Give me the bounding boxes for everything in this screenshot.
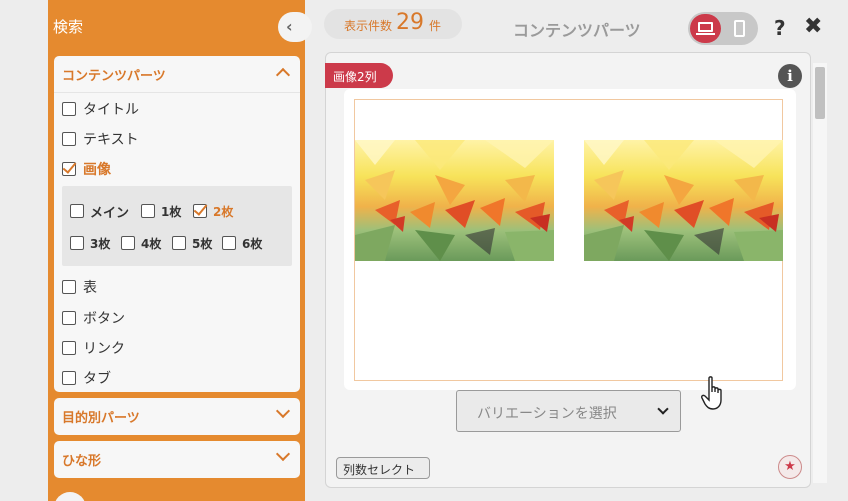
filter-table[interactable]: 表: [62, 277, 97, 297]
flower-field-image: [584, 140, 783, 261]
part-tag-label: 画像2列: [333, 70, 377, 84]
checkbox-label: タブ: [83, 371, 111, 387]
sidebar-collapse-button[interactable]: ‹: [278, 12, 312, 42]
result-count: 表示件数 29 件: [324, 9, 462, 39]
checkbox-label: テキスト: [83, 132, 139, 148]
filter-image-2[interactable]: 2枚: [193, 202, 233, 220]
checkbox[interactable]: [70, 236, 84, 250]
device-toggle: [688, 12, 758, 45]
panel-title: ひな形: [62, 454, 102, 469]
count-unit: 件: [429, 19, 442, 33]
divider: [54, 92, 300, 93]
variation-select[interactable]: バリエーションを選択: [456, 390, 681, 432]
filter-image-1[interactable]: 1枚: [141, 202, 181, 220]
checkbox[interactable]: [62, 341, 76, 355]
sidebar: 検索 ‹ コンテンツパーツ タイトル テキスト 画像 メイン 1枚 2枚 3枚 …: [48, 0, 312, 501]
checkbox[interactable]: [222, 236, 236, 250]
checkbox[interactable]: [62, 311, 76, 325]
chevron-down-icon: [275, 403, 291, 419]
checkbox-label: 表: [83, 280, 97, 296]
checkbox-label: タイトル: [83, 102, 139, 118]
info-icon[interactable]: i: [778, 64, 802, 88]
panel-title: コンテンツパーツ: [62, 69, 166, 84]
panel-content-parts-header[interactable]: コンテンツパーツ: [54, 56, 300, 92]
filter-image-6[interactable]: 6枚: [222, 234, 262, 252]
chevron-down-icon: [657, 403, 669, 415]
variation-select-text: バリエーションを選択: [477, 406, 617, 422]
filter-image-5[interactable]: 5枚: [172, 234, 212, 252]
checkbox-label: 6枚: [242, 236, 263, 251]
panel-templates[interactable]: ひな形: [54, 441, 300, 478]
checkbox-label: 3枚: [90, 236, 111, 251]
laptop-icon-base: [696, 33, 715, 35]
checkbox-label: 4枚: [141, 236, 162, 251]
checkbox-label: リンク: [83, 341, 125, 357]
preview-image-2: [584, 140, 783, 261]
part-tag: 画像2列: [325, 63, 393, 88]
panel-purpose-parts-header[interactable]: 目的別パーツ: [54, 398, 300, 434]
checkbox-label: 1枚: [161, 204, 182, 219]
flower-field-image: [355, 140, 554, 261]
checkbox[interactable]: [121, 236, 135, 250]
filter-button[interactable]: ボタン: [62, 308, 125, 328]
chevron-left-icon: ‹: [286, 17, 293, 36]
checkbox-label: 5枚: [192, 236, 213, 251]
checkbox[interactable]: [172, 236, 186, 250]
panel-templates-header[interactable]: ひな形: [54, 441, 300, 477]
checkbox[interactable]: [62, 280, 76, 294]
sidebar-title: 検索: [53, 18, 84, 36]
panel-content-parts: コンテンツパーツ タイトル テキスト 画像 メイン 1枚 2枚 3枚 4枚 5枚…: [54, 56, 300, 392]
checkbox-label: ボタン: [83, 311, 125, 327]
filter-image-3[interactable]: 3枚: [70, 234, 110, 252]
hand-cursor-icon: [701, 376, 722, 410]
panel-purpose-parts[interactable]: 目的別パーツ: [54, 398, 300, 435]
checkbox-checked[interactable]: [62, 162, 76, 176]
filter-link[interactable]: リンク: [62, 338, 125, 358]
checkbox-label: 2枚: [213, 204, 234, 219]
checkbox[interactable]: [62, 102, 76, 116]
checkbox[interactable]: [62, 132, 76, 146]
desktop-view-button[interactable]: [690, 14, 721, 43]
checkbox-label: 画像: [83, 162, 111, 178]
checkbox[interactable]: [141, 204, 155, 218]
count-label: 表示件数: [344, 19, 393, 33]
help-button[interactable]: ?: [774, 16, 786, 40]
panel-title: 目的別パーツ: [62, 411, 140, 426]
scrollbar-thumb[interactable]: [815, 67, 825, 119]
filter-tab[interactable]: タブ: [62, 368, 111, 388]
column-select-button[interactable]: 列数セレクト: [336, 457, 430, 479]
filter-text[interactable]: テキスト: [62, 129, 139, 149]
checkbox[interactable]: [70, 204, 84, 218]
laptop-icon: [698, 22, 713, 32]
scrollbar[interactable]: [813, 63, 827, 483]
smartphone-icon[interactable]: [734, 20, 745, 37]
page-title: コンテンツパーツ: [513, 21, 641, 40]
close-button[interactable]: ✖: [804, 14, 822, 39]
star-icon[interactable]: ★: [778, 455, 802, 479]
checkbox-checked[interactable]: [193, 204, 207, 218]
image-subfilter-group: メイン 1枚 2枚 3枚 4枚 5枚 6枚: [62, 186, 292, 266]
chevron-down-icon: [275, 446, 291, 462]
count-value: 29: [396, 10, 424, 35]
checkbox-label: メイン: [90, 205, 130, 221]
preview-image-1: [355, 140, 554, 261]
filter-image-4[interactable]: 4枚: [121, 234, 161, 252]
filter-image-main[interactable]: メイン: [70, 202, 130, 221]
filter-title[interactable]: タイトル: [62, 99, 139, 119]
checkbox[interactable]: [62, 371, 76, 385]
chevron-up-icon: [275, 67, 291, 83]
filter-image[interactable]: 画像: [62, 159, 111, 179]
column-select-label: 列数セレクト: [343, 463, 416, 477]
